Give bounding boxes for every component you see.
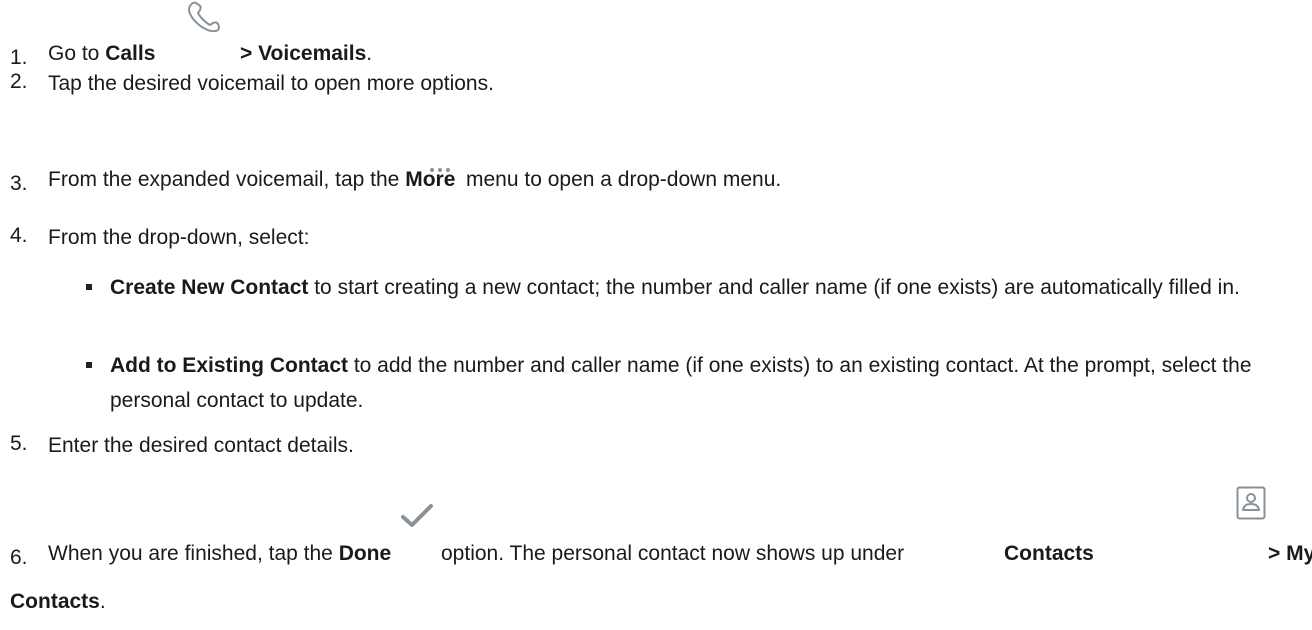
step-number: 3. (10, 172, 28, 195)
step-text: From the expanded voicemail, tap the Mor… (48, 168, 456, 191)
calls-label: Calls (105, 42, 156, 65)
step-number: 5. (10, 432, 28, 455)
phone-icon (185, 0, 229, 42)
contacts-label: Contacts (1004, 542, 1094, 565)
voicemails-label: > Voicemails (240, 42, 367, 65)
my-label: > My (1268, 542, 1312, 565)
step-text: Tap the desired voicemail to open more o… (48, 72, 494, 95)
step-text: From the drop-down, select: (48, 226, 310, 249)
step-text: When you are finished, tap the Done (48, 542, 392, 565)
contact-card-icon (1236, 486, 1266, 526)
bullet-create-new-contact: Create New Contact to start creating a n… (86, 270, 1286, 305)
add-to-existing-contact-label: Add to Existing Contact (110, 354, 348, 377)
bullet-add-to-existing-contact: Add to Existing Contact to add the numbe… (86, 348, 1286, 418)
more-dots-icon (429, 156, 451, 180)
done-label: Done (338, 542, 392, 565)
bullet-square (86, 362, 92, 368)
bullet-square (86, 284, 92, 290)
step-text: Enter the desired contact details. (48, 434, 354, 457)
step-number: 1. (10, 46, 28, 69)
step-number: 4. (10, 224, 28, 247)
step-number: 6. (10, 546, 28, 569)
checkmark-icon (400, 502, 434, 536)
step-number: 2. (10, 70, 28, 93)
contacts-label-2: Contacts (10, 590, 100, 613)
step-text: Go to Calls (48, 42, 156, 65)
create-new-contact-label: Create New Contact (110, 276, 309, 299)
